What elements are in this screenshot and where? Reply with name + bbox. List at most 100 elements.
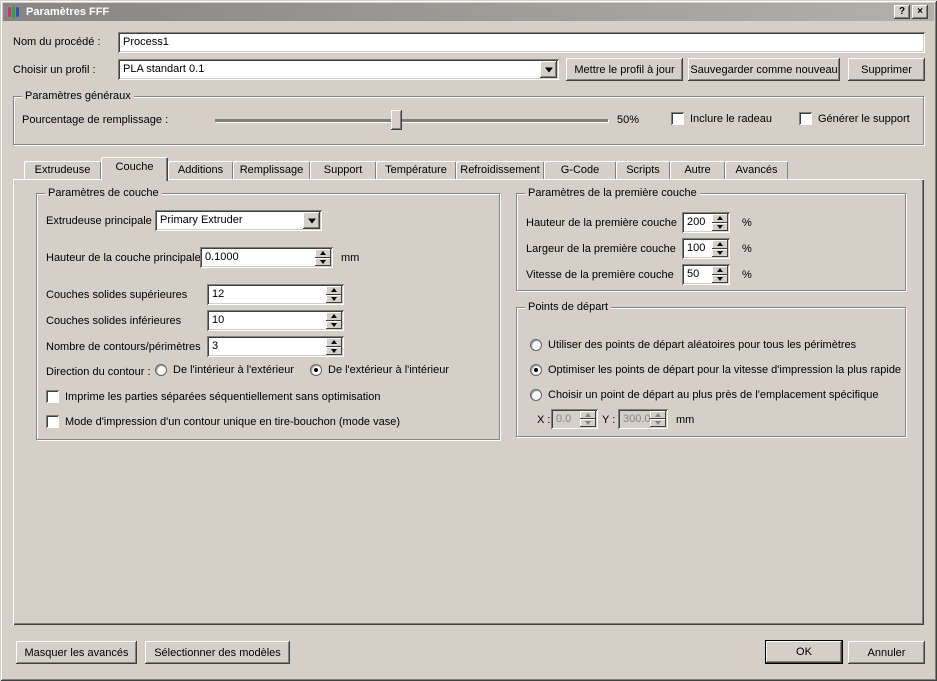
spin-up-icon[interactable] bbox=[712, 214, 728, 223]
spin-up-icon[interactable] bbox=[326, 338, 342, 347]
sequential-checkbox-box[interactable] bbox=[46, 390, 59, 403]
spin-up-icon[interactable] bbox=[326, 286, 342, 295]
top-layers-label: Couches solides supérieures bbox=[46, 289, 188, 301]
start-points-title: Points de départ bbox=[525, 301, 612, 313]
infill-slider-thumb[interactable] bbox=[391, 110, 402, 130]
fff-settings-dialog: Paramètres FFF ? × Nom du procédé : Proc… bbox=[0, 0, 937, 681]
tab-remplissage[interactable]: Remplissage bbox=[233, 161, 310, 180]
process-name-input[interactable]: Process1 bbox=[118, 32, 925, 53]
general-settings-title: Paramètres généraux bbox=[22, 90, 134, 102]
layer-height-label: Hauteur de la couche principale bbox=[46, 252, 201, 264]
select-models-button[interactable]: Sélectionner des modèles bbox=[145, 641, 290, 664]
first-layer-speed-unit: % bbox=[742, 269, 752, 281]
first-layer-height-unit: % bbox=[742, 217, 752, 229]
top-layers-value: 12 bbox=[212, 288, 225, 300]
first-layer-width-spinbox[interactable]: 100 bbox=[682, 238, 730, 259]
spin-up-icon[interactable] bbox=[712, 240, 728, 249]
radio-icon[interactable] bbox=[530, 389, 542, 401]
support-checkbox-box[interactable] bbox=[799, 112, 812, 125]
save-as-new-button[interactable]: Sauvegarder comme nouveau bbox=[688, 58, 840, 81]
direction-outside-in-radio[interactable]: De l'extérieur à l'intérieur bbox=[310, 364, 449, 376]
sequential-printing-checkbox[interactable]: Imprime les parties séparées séquentiell… bbox=[46, 390, 381, 403]
start-point-random-radio[interactable]: Utiliser des points de départ aléatoires… bbox=[530, 339, 856, 351]
spin-up-icon[interactable] bbox=[712, 266, 728, 275]
delete-profile-button[interactable]: Supprimer bbox=[848, 58, 925, 81]
layer-height-spinbox[interactable]: 0.1000 bbox=[200, 247, 333, 268]
raft-checkbox-box[interactable] bbox=[671, 112, 684, 125]
raft-checkbox-label: Inclure le radeau bbox=[690, 112, 772, 125]
layer-settings-title: Paramètres de couche bbox=[45, 187, 162, 199]
top-layers-spinbox[interactable]: 12 bbox=[207, 284, 344, 305]
tab-gcode[interactable]: G-Code bbox=[544, 161, 616, 180]
spin-down-icon[interactable] bbox=[712, 248, 728, 257]
spin-up-icon[interactable] bbox=[326, 312, 342, 321]
spin-down-icon[interactable] bbox=[326, 294, 342, 303]
ok-button[interactable]: OK bbox=[765, 640, 843, 664]
profile-combobox[interactable]: PLA standart 0.1 bbox=[118, 59, 559, 80]
bottom-layers-spinbox[interactable]: 10 bbox=[207, 310, 344, 331]
infill-slider-track[interactable] bbox=[215, 119, 608, 122]
title-bar[interactable]: Paramètres FFF ? × bbox=[3, 3, 934, 21]
chevron-down-icon[interactable] bbox=[540, 61, 557, 78]
start-y-spinbox: 300.0 bbox=[618, 409, 668, 429]
start-point-optimize-radio[interactable]: Optimiser les points de départ pour la v… bbox=[530, 364, 901, 376]
include-raft-checkbox[interactable]: Inclure le radeau bbox=[671, 112, 772, 125]
help-button[interactable]: ? bbox=[894, 5, 910, 19]
spin-down-icon[interactable] bbox=[712, 274, 728, 283]
sequential-checkbox-label: Imprime les parties séparées séquentiell… bbox=[65, 390, 381, 403]
radio-selected-icon[interactable] bbox=[530, 364, 542, 376]
process-name-label: Nom du procédé : bbox=[13, 36, 101, 48]
window-title: Paramètres FFF bbox=[26, 6, 110, 18]
close-button[interactable]: × bbox=[912, 5, 928, 19]
start-point-random-label: Utiliser des points de départ aléatoires… bbox=[548, 339, 857, 351]
spin-up-icon bbox=[650, 411, 666, 419]
spin-down-icon[interactable] bbox=[326, 346, 342, 355]
first-layer-speed-value: 50 bbox=[687, 268, 700, 280]
hide-advanced-button[interactable]: Masquer les avancés bbox=[16, 641, 137, 664]
tab-refroidissement[interactable]: Refroidissement bbox=[456, 161, 544, 180]
first-layer-width-value: 100 bbox=[687, 242, 706, 254]
first-layer-speed-spinbox[interactable]: 50 bbox=[682, 264, 730, 285]
primary-extruder-value: Primary Extruder bbox=[160, 214, 243, 226]
tab-scripts[interactable]: Scripts bbox=[616, 161, 670, 180]
outline-count-spinbox[interactable]: 3 bbox=[207, 336, 344, 357]
spin-up-icon[interactable] bbox=[315, 249, 331, 258]
tab-support[interactable]: Support bbox=[310, 161, 376, 180]
first-layer-height-spinbox[interactable]: 200 bbox=[682, 212, 730, 233]
first-layer-title: Paramètres de la première couche bbox=[525, 187, 700, 199]
tab-additions[interactable]: Additions bbox=[168, 161, 233, 180]
vase-checkbox-label: Mode d'impression d'un contour unique en… bbox=[65, 415, 401, 428]
tab-extrudeuse[interactable]: Extrudeuse bbox=[24, 161, 101, 180]
first-layer-height-label: Hauteur de la première couche bbox=[526, 217, 678, 229]
spin-up-icon bbox=[580, 411, 596, 419]
radio-selected-icon[interactable] bbox=[310, 364, 322, 376]
generate-support-checkbox[interactable]: Générer le support bbox=[799, 112, 910, 125]
spin-down-icon[interactable] bbox=[712, 222, 728, 231]
vase-checkbox-box[interactable] bbox=[46, 415, 59, 428]
tab-temperature[interactable]: Température bbox=[376, 161, 456, 180]
outline-count-label: Nombre de contours/périmètres bbox=[46, 341, 201, 353]
primary-extruder-combobox[interactable]: Primary Extruder bbox=[155, 210, 322, 231]
tab-avances[interactable]: Avancés bbox=[725, 161, 788, 180]
first-layer-width-unit: % bbox=[742, 243, 752, 255]
chevron-down-icon[interactable] bbox=[303, 212, 320, 229]
bottom-layers-label: Couches solides inférieures bbox=[46, 315, 182, 327]
spin-down-icon[interactable] bbox=[326, 320, 342, 329]
outline-direction-label: Direction du contour : bbox=[46, 366, 151, 378]
direction-inside-out-radio[interactable]: De l'intérieur à l'extérieur bbox=[155, 364, 294, 376]
start-point-location-radio[interactable]: Choisir un point de départ au plus près … bbox=[530, 389, 878, 401]
radio-icon[interactable] bbox=[155, 364, 167, 376]
infill-percent-value: 50% bbox=[617, 114, 640, 126]
radio-icon[interactable] bbox=[530, 339, 542, 351]
start-y-label: Y : bbox=[602, 414, 616, 426]
outline-count-value: 3 bbox=[212, 340, 219, 352]
vase-mode-checkbox[interactable]: Mode d'impression d'un contour unique en… bbox=[46, 415, 400, 428]
start-x-spinbox: 0.0 bbox=[551, 409, 598, 429]
update-profile-button[interactable]: Mettre le profil à jour bbox=[566, 58, 683, 81]
start-point-unit: mm bbox=[676, 414, 695, 426]
tab-couche[interactable]: Couche bbox=[101, 157, 168, 181]
spin-down-icon[interactable] bbox=[315, 257, 331, 266]
cancel-button[interactable]: Annuler bbox=[848, 641, 925, 664]
tab-autre[interactable]: Autre bbox=[670, 161, 725, 180]
first-layer-width-label: Largeur de la première couche bbox=[526, 243, 676, 255]
